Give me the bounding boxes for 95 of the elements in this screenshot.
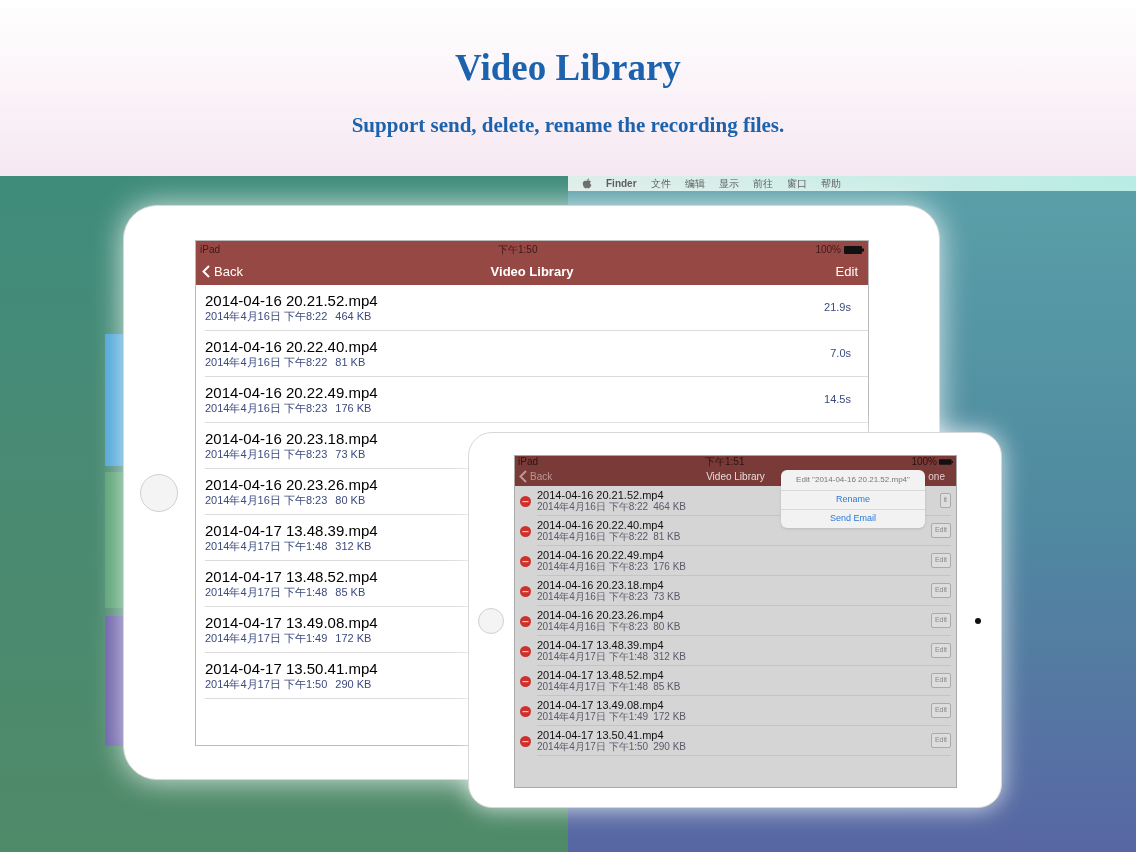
battery-icon (939, 458, 953, 465)
file-name: 2014-04-17 13.48.52.mp4 (205, 568, 378, 586)
file-date: 2014年4月16日 下午8:22 (205, 310, 328, 323)
file-date: 2014年4月16日 下午8:22 (205, 356, 328, 369)
file-size: 312 KB (335, 540, 372, 553)
file-name: 2014-04-17 13.48.39.mp4 (205, 522, 378, 540)
file-date: 2014年4月16日 下午8:23 (205, 448, 328, 461)
page-title: Video Library (455, 46, 681, 90)
file-date: 2014年4月17日 下午1:49 (537, 710, 649, 723)
menu-item[interactable]: 帮助 (820, 176, 841, 191)
delete-icon[interactable] (520, 585, 531, 597)
carrier-label: iPad (200, 243, 220, 257)
file-date: 2014年4月17日 下午1:48 (205, 540, 328, 553)
duration-label: 21.9s (824, 300, 851, 316)
file-name: 2014-04-16 20.22.49.mp4 (205, 384, 378, 402)
file-name: 2014-04-17 13.50.41.mp4 (537, 728, 665, 741)
file-size: 85 KB (335, 586, 366, 599)
duration-label: 7.0s (830, 346, 851, 362)
back-chevron-icon (519, 470, 527, 483)
file-name: 2014-04-17 13.50.41.mp4 (205, 660, 378, 678)
file-size: 85 KB (653, 680, 681, 693)
file-date: 2014年4月17日 下午1:48 (537, 680, 649, 693)
file-name: 2014-04-17 13.49.08.mp4 (205, 614, 378, 632)
file-size: 290 KB (335, 678, 372, 691)
popover-title: Edit "2014-04-16 20.21.52.mp4" (796, 474, 910, 486)
file-size: 81 KB (653, 530, 681, 543)
file-date: 2014年4月17日 下午1:50 (205, 678, 328, 691)
edit-button[interactable]: Edit (835, 261, 862, 282)
back-chevron-icon (202, 265, 210, 278)
back-button[interactable]: Back (519, 469, 553, 484)
delete-icon[interactable] (520, 735, 531, 747)
popover-action[interactable]: Rename (781, 490, 925, 509)
file-size: 81 KB (335, 356, 366, 369)
file-size: 172 KB (653, 710, 686, 723)
file-size: 80 KB (653, 620, 681, 633)
file-name: 2014-04-16 20.23.26.mp4 (537, 608, 665, 621)
menu-item[interactable]: 窗口 (786, 176, 807, 191)
file-size: 176 KB (653, 560, 686, 573)
delete-icon[interactable] (520, 675, 531, 687)
back-button[interactable]: Back (202, 261, 243, 282)
battery-percent: 100% (815, 243, 841, 257)
status-time: 下午1:50 (498, 243, 538, 257)
file-date: 2014年4月16日 下午8:23 (537, 620, 649, 633)
file-date: 2014年4月17日 下午1:48 (205, 586, 328, 599)
navigation-title: Video Library (490, 262, 574, 281)
file-size: 464 KB (335, 310, 372, 323)
delete-icon[interactable] (520, 705, 531, 717)
menu-item[interactable]: 编辑 (684, 176, 705, 191)
file-size: 312 KB (653, 650, 686, 663)
file-name: 2014-04-16 20.22.40.mp4 (537, 518, 665, 531)
file-size: 176 KB (335, 402, 372, 415)
page-subtitle: Support send, delete, rename the recording files. (351, 111, 785, 139)
file-name: 2014-04-16 20.22.49.mp4 (537, 548, 665, 561)
file-name: 2014-04-16 20.22.40.mp4 (205, 338, 378, 356)
file-name: 2014-04-16 20.23.26.mp4 (205, 476, 378, 494)
menu-item[interactable]: 文件 (650, 176, 671, 191)
menu-item[interactable]: Finder (606, 176, 637, 191)
delete-icon[interactable] (520, 615, 531, 627)
file-date: 2014年4月16日 下午8:23 (205, 402, 328, 415)
delete-icon[interactable] (520, 525, 531, 537)
file-size: 464 KB (653, 500, 686, 513)
file-name: 2014-04-16 20.23.18.mp4 (537, 578, 665, 591)
apple-logo-icon[interactable] (582, 178, 592, 189)
file-name: 2014-04-16 20.21.52.mp4 (205, 292, 378, 310)
menu-item[interactable]: 显示 (718, 176, 739, 191)
file-size: 172 KB (335, 632, 372, 645)
carrier-label: iPad (518, 456, 538, 467)
file-date: 2014年4月16日 下午8:23 (537, 590, 649, 603)
file-date: 2014年4月17日 下午1:49 (205, 632, 328, 645)
file-name: 2014-04-17 13.48.52.mp4 (537, 668, 665, 681)
file-size: 290 KB (653, 740, 686, 753)
done-button[interactable]: one (927, 470, 946, 483)
file-size: 73 KB (653, 590, 681, 603)
file-name: 2014-04-16 20.23.18.mp4 (205, 430, 378, 448)
navigation-title: Video Library (706, 470, 765, 484)
file-date: 2014年4月16日 下午8:22 (537, 500, 649, 513)
delete-icon[interactable] (520, 555, 531, 567)
battery-percent: 100% (911, 456, 937, 467)
file-date: 2014年4月16日 下午8:22 (537, 530, 649, 543)
file-size: 80 KB (335, 494, 366, 507)
delete-icon[interactable] (520, 495, 531, 507)
battery-icon (844, 245, 864, 254)
file-date: 2014年4月16日 下午8:23 (205, 494, 328, 507)
file-date: 2014年4月17日 下午1:50 (537, 740, 649, 753)
duration-label: 14.5s (824, 392, 851, 408)
delete-icon[interactable] (520, 645, 531, 657)
file-name: 2014-04-16 20.21.52.mp4 (537, 488, 665, 501)
file-size: 73 KB (335, 448, 366, 461)
file-date: 2014年4月17日 下午1:48 (537, 650, 649, 663)
menu-item[interactable]: 前往 (752, 176, 773, 191)
popover-action[interactable]: Send Email (781, 509, 925, 528)
status-time: 下午1:51 (705, 456, 745, 467)
file-name: 2014-04-17 13.49.08.mp4 (537, 698, 665, 711)
file-date: 2014年4月16日 下午8:23 (537, 560, 649, 573)
file-name: 2014-04-17 13.48.39.mp4 (537, 638, 665, 651)
